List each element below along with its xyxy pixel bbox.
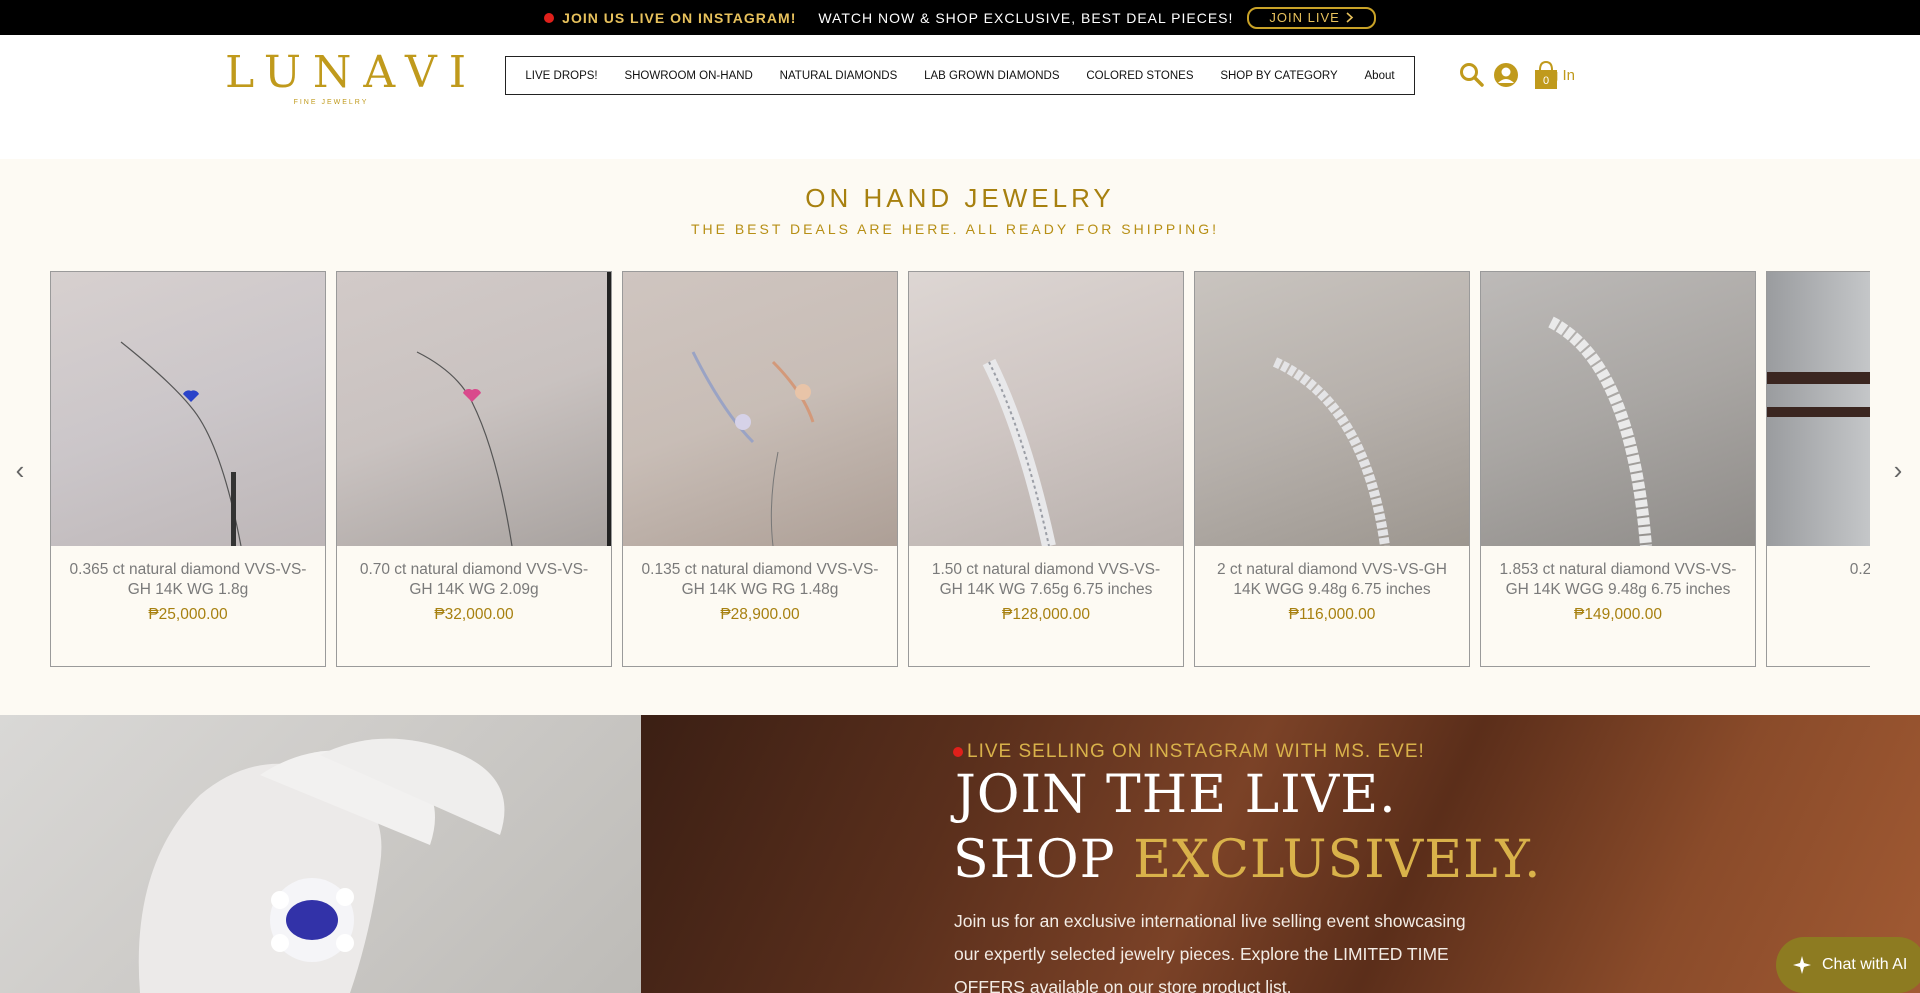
product-image[interactable]	[623, 272, 897, 546]
product-title[interactable]: 2 ct natural diamond VVS-VS-GH 14K WGG 9…	[1195, 546, 1469, 600]
product-image[interactable]	[909, 272, 1183, 546]
live-dot-icon	[544, 12, 555, 23]
headline-join: JOIN THE LIVE.	[955, 765, 1397, 825]
carousel-prev-arrow[interactable]: ‹	[10, 455, 30, 485]
nav-item-colored-stones[interactable]: COLORED STONES	[1086, 70, 1193, 82]
product-image[interactable]	[1481, 272, 1755, 546]
headline-shop-accent: EXCLUSIVELY.	[1133, 830, 1542, 890]
logo-name: LUNAVI	[225, 47, 479, 98]
main-nav: LIVE DROPS! SHOWROOM ON-HAND NATURAL DIA…	[505, 56, 1415, 95]
nav-item-about[interactable]: About	[1365, 70, 1395, 82]
product-price: ₱32,000.00	[434, 606, 514, 623]
product-title[interactable]: 0.70 ct natural diamond VVS-VS-GH 14K WG…	[337, 546, 611, 600]
product-price: ₱	[1767, 586, 1870, 604]
nav-item-lab-grown[interactable]: LAB GROWN DIAMONDS	[924, 70, 1059, 82]
chat-ai-button[interactable]: Chat with AI	[1776, 937, 1920, 993]
live-description: Join us for an exclusive international l…	[954, 911, 1466, 993]
product-title[interactable]: 0.135 ct natural diamond VVS-VS-GH 14K W…	[623, 546, 897, 600]
section-title: ON HAND JEWELRY	[805, 183, 1115, 213]
cart-count: 0	[1543, 75, 1549, 87]
product-price: ₱128,000.00	[1002, 606, 1090, 623]
carousel-next-arrow[interactable]: ›	[1888, 455, 1908, 485]
product-card[interactable]: 1.853 ct natural diamond VVS-VS-GH 14K W…	[1480, 271, 1756, 667]
headline-shop: SHOP EXCLUSIVELY.	[953, 830, 1542, 890]
product-price: ₱149,000.00	[1574, 606, 1662, 623]
join-live-label: JOIN LIVE	[1269, 10, 1340, 25]
product-price: ₱25,000.00	[148, 606, 228, 623]
promo-bar: JOIN US LIVE ON INSTAGRAM! WATCH NOW & S…	[0, 0, 1920, 35]
nav-item-showroom[interactable]: SHOWROOM ON-HAND	[624, 70, 752, 82]
product-image[interactable]	[51, 272, 325, 546]
promo-watch-text: WATCH NOW & SHOP EXCLUSIVE, BEST DEAL PI…	[818, 9, 1234, 26]
headline-shop-plain: SHOP	[953, 830, 1134, 890]
section-subtitle: THE BEST DEALS ARE HERE. ALL READY FOR S…	[690, 221, 1220, 237]
promo-live-text: JOIN US LIVE ON INSTAGRAM!	[562, 9, 797, 26]
live-promo-section: LIVE SELLING ON INSTAGRAM WITH MS. EVE! …	[0, 715, 1920, 993]
product-card[interactable]: 0.70 ct natural diamond VVS-VS-GH 14K WG…	[336, 271, 612, 667]
product-title[interactable]: 0.25 ct natu GH	[1767, 546, 1870, 580]
product-title[interactable]: 1.853 ct natural diamond VVS-VS-GH 14K W…	[1481, 546, 1755, 600]
live-selling-label: LIVE SELLING ON INSTAGRAM WITH MS. EVE!	[967, 741, 1425, 762]
product-card[interactable]: 1.50 ct natural diamond VVS-VS-GH 14K WG…	[908, 271, 1184, 667]
on-hand-section: ON HAND JEWELRY THE BEST DEALS ARE HERE.…	[0, 159, 1920, 715]
join-live-button[interactable]: JOIN LIVE	[1247, 6, 1376, 29]
sparkle-icon	[1793, 956, 1811, 974]
chat-ai-label: Chat with AI	[1822, 956, 1908, 973]
product-card[interactable]: 0.365 ct natural diamond VVS-VS-GH 14K W…	[50, 271, 326, 667]
product-price: ₱28,900.00	[720, 606, 800, 623]
product-card[interactable]: 0.135 ct natural diamond VVS-VS-GH 14K W…	[622, 271, 898, 667]
cart-icon[interactable]: 0	[1532, 60, 1560, 90]
chevron-right-icon	[1346, 12, 1354, 23]
product-carousel: 0.365 ct natural diamond VVS-VS-GH 14K W…	[50, 271, 1870, 667]
product-image[interactable]	[1767, 272, 1870, 546]
header-actions: 0 g In	[1458, 57, 1575, 93]
product-title[interactable]: 1.50 ct natural diamond VVS-VS-GH 14K WG…	[909, 546, 1183, 600]
product-card[interactable]: 2 ct natural diamond VVS-VS-GH 14K WGG 9…	[1194, 271, 1470, 667]
logo[interactable]: LUNAVI FINE JEWELRY	[225, 47, 479, 107]
account-avatar-icon[interactable]	[1494, 63, 1518, 87]
product-title[interactable]: 0.365 ct natural diamond VVS-VS-GH 14K W…	[51, 546, 325, 600]
logo-subtitle: FINE JEWELRY	[293, 99, 369, 106]
nav-item-natural-diamonds[interactable]: NATURAL DIAMONDS	[780, 70, 898, 82]
search-icon[interactable]	[1458, 61, 1486, 89]
product-image[interactable]	[1195, 272, 1469, 546]
ring-photo	[0, 715, 641, 993]
live-selling-text: LIVE SELLING ON INSTAGRAM WITH MS. EVE!	[953, 741, 1425, 763]
nav-item-live-drops[interactable]: LIVE DROPS!	[525, 70, 597, 82]
site-header: LUNAVI FINE JEWELRY LIVE DROPS! SHOWROOM…	[0, 35, 1920, 159]
product-card[interactable]: 0.25 ct natu GH ₱	[1766, 271, 1870, 667]
product-price: ₱116,000.00	[1288, 606, 1376, 623]
live-dot-icon	[953, 747, 963, 757]
product-image[interactable]	[337, 272, 611, 546]
nav-item-shop-by-category[interactable]: SHOP BY CATEGORY	[1220, 70, 1337, 82]
